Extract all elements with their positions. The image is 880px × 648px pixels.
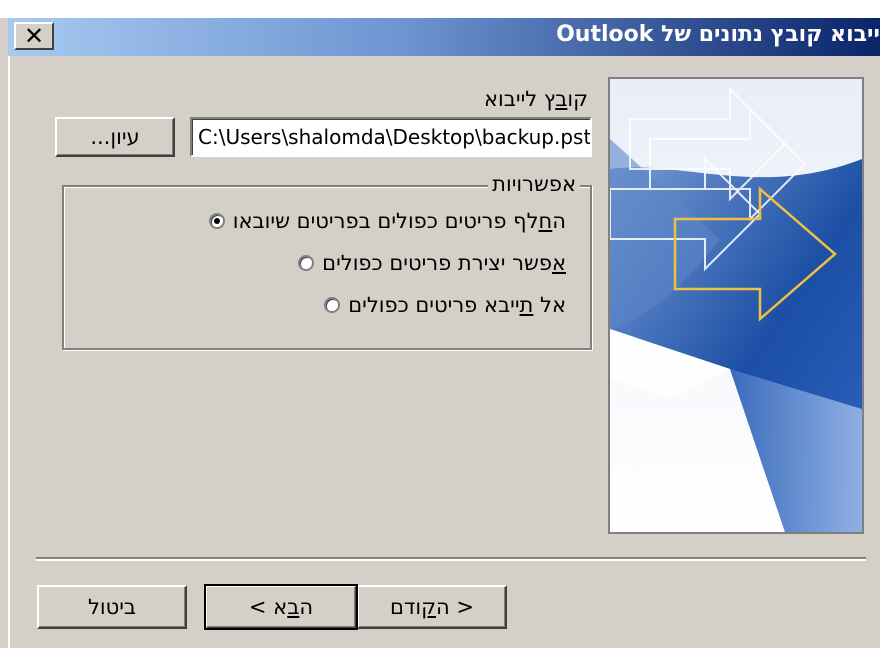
close-button[interactable]: ✕: [14, 22, 54, 50]
next-button[interactable]: הבא >: [204, 584, 358, 630]
file-label-hotkey: ב: [555, 87, 568, 111]
back-label-suffix: ודם: [389, 595, 422, 619]
options-group: אפשרויות החלף פריטים כפולים בפריטים שיוב…: [62, 172, 592, 350]
option-label: אפשר יצירת פריטים כפולים: [322, 251, 566, 275]
option-label-suffix: פשר יצירת פריטים כפולים: [322, 251, 552, 275]
file-path-input[interactable]: C:\Users\shalomda\Desktop\backup.pst: [190, 117, 592, 157]
radio-button[interactable]: [324, 297, 341, 313]
wizard-image-svg: [610, 79, 862, 532]
option-label-prefix: אל: [533, 293, 566, 317]
browse-label-hotkey: ן: [110, 125, 117, 149]
radio-button[interactable]: [208, 213, 225, 229]
option-allow-duplicates[interactable]: אפשר יצירת פריטים כפולים: [298, 251, 566, 275]
back-button[interactable]: < ה ק ודם: [357, 585, 507, 629]
browse-label-prefix: עיו: [116, 125, 140, 149]
next-label-hotkey: ב: [287, 595, 300, 619]
next-label-prefix: ה: [299, 595, 314, 619]
footer-separator: [36, 557, 866, 561]
option-label: החלף פריטים כפולים בפריטים שיובאו: [233, 209, 566, 233]
browse-label-suffix: ...: [90, 125, 111, 149]
option-do-not-import-duplicates[interactable]: אל תייבא פריטים כפולים: [324, 293, 566, 317]
browse-button[interactable]: עיו ן...: [55, 117, 175, 157]
option-label-hotkey: ח: [538, 209, 553, 233]
next-label-suffix: א >: [248, 595, 288, 619]
option-label: אל תייבא פריטים כפולים: [348, 293, 566, 317]
dialog-title: ייבוא קובץ נתונים של Outlook: [556, 22, 880, 47]
option-label-suffix: ייבא פריטים כפולים: [348, 293, 520, 317]
back-label-hotkey: ק: [421, 595, 437, 619]
option-label-suffix: לף פריטים כפולים בפריטים שיובאו: [232, 209, 539, 233]
close-icon: ✕: [23, 22, 45, 50]
option-label-hotkey: א: [551, 251, 566, 275]
cancel-button[interactable]: ביטול: [37, 585, 187, 629]
file-label-prefix: קו: [567, 87, 588, 111]
file-to-import-label: קובץ לייבוא: [484, 87, 588, 111]
top-strip: [0, 0, 880, 18]
file-label-suffix: ץ לייבוא: [484, 87, 556, 111]
options-group-title: אפשרויות: [488, 172, 580, 196]
option-label-prefix: ה: [552, 209, 566, 233]
title-bar: ✕ ייבוא קובץ נתונים של Outlook: [8, 18, 880, 56]
wizard-arrows-image: [608, 77, 864, 534]
option-label-hotkey: ת: [519, 293, 534, 317]
radio-button[interactable]: [298, 255, 315, 271]
option-replace-duplicates[interactable]: החלף פריטים כפולים בפריטים שיובאו: [208, 209, 566, 233]
back-label-prefix: < ה: [436, 595, 475, 619]
